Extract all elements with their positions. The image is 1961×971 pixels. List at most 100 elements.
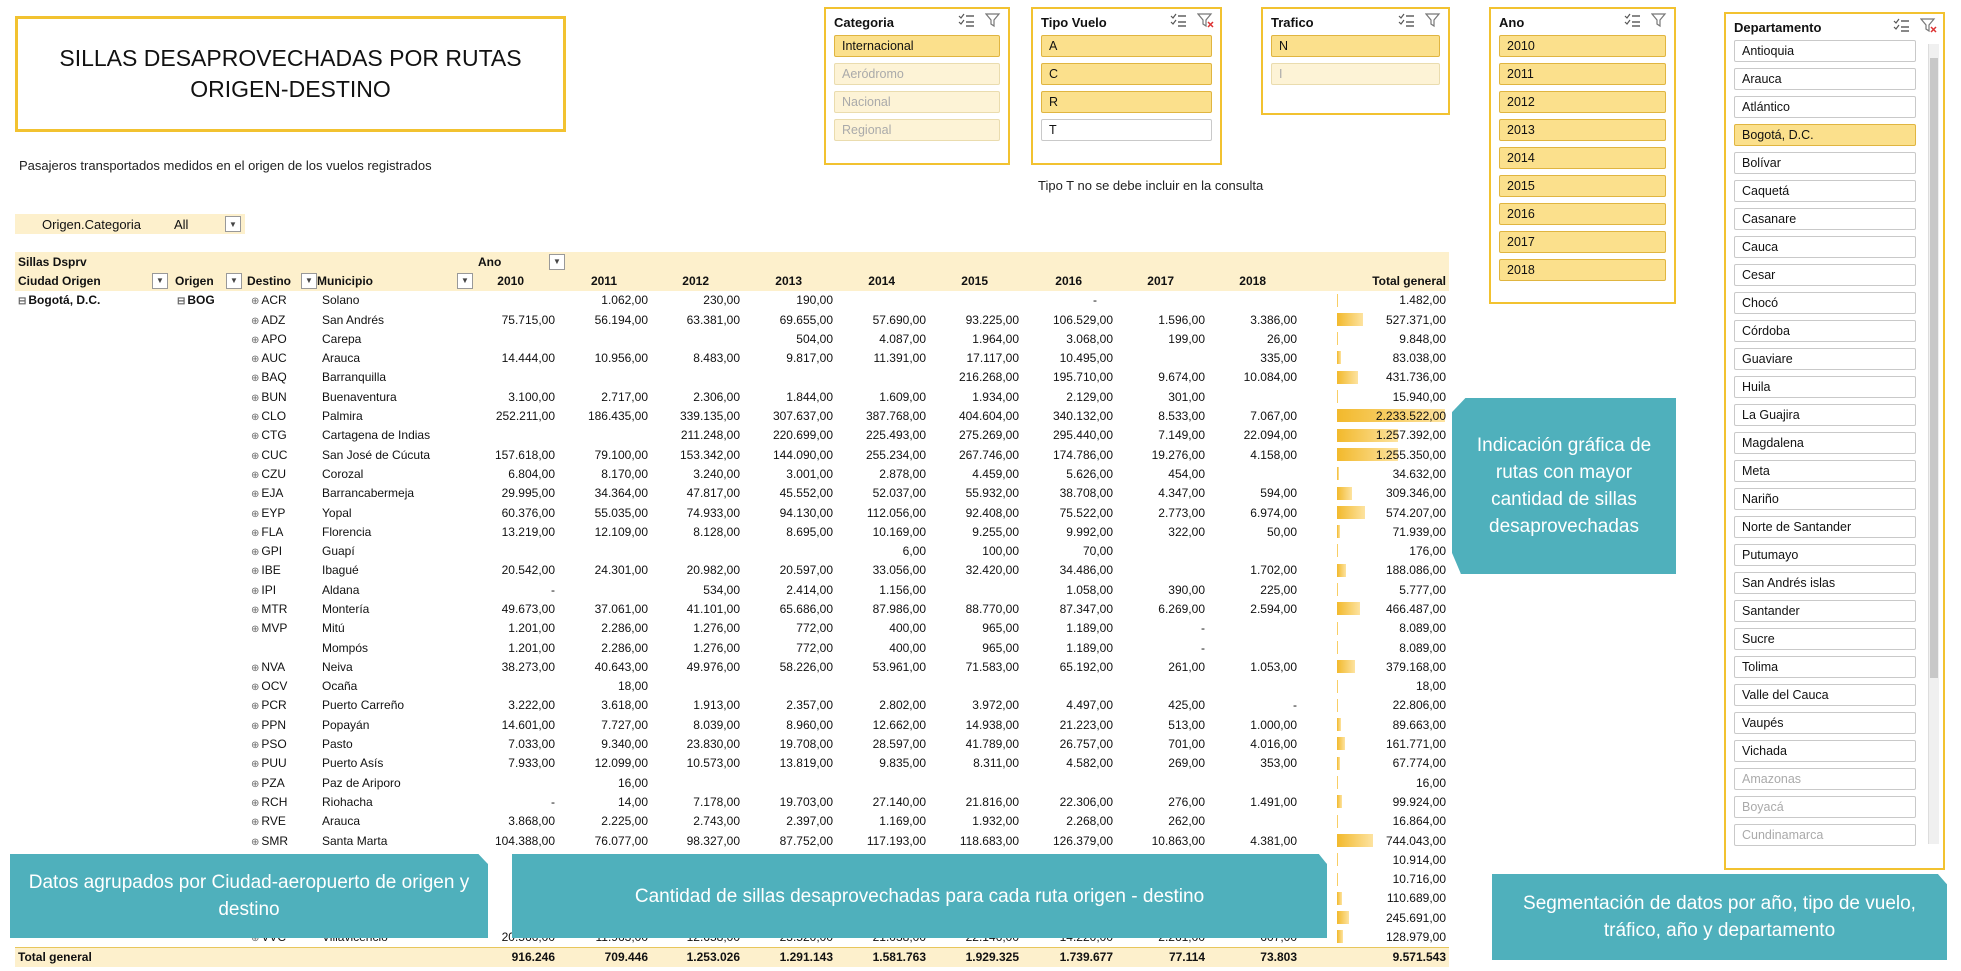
origin-code-cell[interactable]: ⊟ BOG [177, 293, 215, 307]
ano-field-dropdown-icon[interactable]: ▼ [549, 253, 565, 270]
slicer-item[interactable]: Santander [1734, 600, 1916, 622]
slicer-item[interactable]: Meta [1734, 460, 1916, 482]
slicer-item[interactable]: C [1041, 63, 1212, 85]
destination-cell[interactable]: ⊕ GPI [251, 544, 282, 558]
slicer-item[interactable]: Cesar [1734, 264, 1916, 286]
slicer-item[interactable]: Bolívar [1734, 152, 1916, 174]
destination-cell[interactable]: ⊕ ADZ [251, 313, 285, 327]
slicer-scrollbar[interactable] [1928, 44, 1939, 844]
slicer-item[interactable]: Putumayo [1734, 544, 1916, 566]
destination-cell[interactable]: ⊕ CTG [251, 428, 287, 442]
slicer-item[interactable]: Vichada [1734, 740, 1916, 762]
field-dropdown-icon[interactable]: ▼ [457, 272, 473, 289]
multi-select-icon[interactable] [958, 13, 975, 31]
clear-filter-icon[interactable] [1651, 13, 1668, 31]
field-dropdown-icon[interactable]: ▼ [301, 272, 317, 289]
destination-cell[interactable]: ⊕ OCV [251, 679, 287, 693]
year-value-cell: 1.169,00 [879, 814, 926, 829]
slicer-item[interactable]: Bogotá, D.C. [1734, 124, 1916, 146]
slicer-item[interactable]: Tolima [1734, 656, 1916, 678]
destination-cell[interactable]: ⊕ NVA [251, 660, 285, 674]
destination-cell[interactable]: ⊕ APO [251, 332, 287, 346]
destination-cell[interactable]: ⊕ EYP [251, 506, 285, 520]
destination-cell[interactable]: ⊕ MVP [251, 621, 287, 635]
slicer-item[interactable]: Valle del Cauca [1734, 684, 1916, 706]
clear-filter-icon[interactable] [1425, 13, 1442, 31]
slicer-item[interactable]: I [1271, 63, 1440, 85]
slicer-item[interactable]: Sucre [1734, 628, 1916, 650]
destination-cell[interactable]: ⊕ CZU [251, 467, 286, 481]
slicer-item[interactable]: Antioquia [1734, 40, 1916, 62]
slicer-item[interactable]: R [1041, 91, 1212, 113]
destination-cell[interactable]: ⊕ SMR [251, 834, 288, 848]
slicer-item[interactable]: San Andrés islas [1734, 572, 1916, 594]
field-dropdown-icon[interactable]: ▼ [152, 272, 168, 289]
slicer-item[interactable]: Magdalena [1734, 432, 1916, 454]
destination-cell[interactable]: ⊕ RVE [251, 814, 286, 828]
slicer-item[interactable]: 2015 [1499, 175, 1666, 197]
slicer-item[interactable]: Guaviare [1734, 348, 1916, 370]
slicer-item[interactable]: Arauca [1734, 68, 1916, 90]
field-dropdown-icon[interactable]: ▼ [226, 272, 242, 289]
slicer-item[interactable]: Regional [834, 119, 1000, 141]
filter-dropdown-icon[interactable]: ▼ [225, 216, 241, 232]
destination-cell[interactable]: ⊕ BUN [251, 390, 287, 404]
slicer-item[interactable]: T [1041, 119, 1212, 141]
destination-cell[interactable]: ⊕ AUC [251, 351, 287, 365]
slicer-item[interactable]: Córdoba [1734, 320, 1916, 342]
destination-cell[interactable]: ⊕ BAQ [251, 370, 287, 384]
destination-cell[interactable]: ⊕ CUC [251, 448, 287, 462]
slicer-item[interactable]: 2018 [1499, 259, 1666, 281]
destination-cell[interactable]: ⊕ PSO [251, 737, 287, 751]
slicer-item[interactable]: Nacional [834, 91, 1000, 113]
destination-cell[interactable]: ⊕ PCR [251, 698, 287, 712]
slicer-item[interactable]: La Guajira [1734, 404, 1916, 426]
slicer-item[interactable]: Vaupés [1734, 712, 1916, 734]
slicer-item[interactable]: N [1271, 35, 1440, 57]
slicer-item[interactable]: Internacional [834, 35, 1000, 57]
clear-filter-icon[interactable] [985, 13, 1002, 31]
destination-cell[interactable]: ⊕ CLO [251, 409, 286, 423]
destination-cell[interactable]: ⊕ PPN [251, 718, 286, 732]
slicer-item[interactable]: 2010 [1499, 35, 1666, 57]
slicer-item[interactable]: 2016 [1499, 203, 1666, 225]
clear-filter-icon[interactable] [1197, 13, 1214, 31]
slicer-item[interactable]: Cundinamarca [1734, 824, 1916, 846]
destination-cell[interactable]: ⊕ RCH [251, 795, 287, 809]
slicer-item[interactable]: 2017 [1499, 231, 1666, 253]
slicer-item[interactable]: 2013 [1499, 119, 1666, 141]
slicer-item[interactable]: Aeródromo [834, 63, 1000, 85]
slicer-item[interactable]: Caquetá [1734, 180, 1916, 202]
year-value-cell: 53.961,00 [872, 659, 926, 674]
multi-select-icon[interactable] [1624, 13, 1641, 31]
slicer-item[interactable]: 2014 [1499, 147, 1666, 169]
destination-cell[interactable]: ⊕ FLA [251, 525, 283, 539]
destination-cell[interactable]: ⊕ PZA [251, 776, 285, 790]
multi-select-icon[interactable] [1398, 13, 1415, 31]
destination-cell[interactable]: ⊕ ACR [251, 293, 287, 307]
slicer-item[interactable]: Nariño [1734, 488, 1916, 510]
slicer-item[interactable]: Amazonas [1734, 768, 1916, 790]
multi-select-icon[interactable] [1170, 13, 1187, 31]
slicer-item[interactable]: Cauca [1734, 236, 1916, 258]
destination-cell[interactable]: ⊕ IBE [251, 563, 281, 577]
slicer-item[interactable]: A [1041, 35, 1212, 57]
data-bar [1337, 911, 1349, 925]
slicer-item[interactable]: Casanare [1734, 208, 1916, 230]
slicer-item[interactable]: Boyacá [1734, 796, 1916, 818]
slicer-item[interactable]: 2011 [1499, 63, 1666, 85]
slicer-item[interactable]: Atlántico [1734, 96, 1916, 118]
slicer-item[interactable]: Norte de Santander [1734, 516, 1916, 538]
clear-filter-icon[interactable] [1920, 18, 1937, 36]
slicer-item[interactable]: Huila [1734, 376, 1916, 398]
origin-city-cell[interactable]: ⊟ Bogotá, D.C. [18, 293, 100, 307]
destination-cell[interactable]: ⊕ EJA [251, 486, 283, 500]
slicer-item[interactable]: 2012 [1499, 91, 1666, 113]
destination-code: IPI [261, 582, 277, 597]
slicer-item[interactable]: Chocó [1734, 292, 1916, 314]
destination-cell[interactable]: ⊕ PUU [251, 756, 287, 770]
multi-select-icon[interactable] [1893, 18, 1910, 36]
destination-cell[interactable]: ⊕ MTR [251, 602, 287, 616]
destination-cell[interactable]: ⊕ IPI [251, 583, 276, 597]
slicer-scrollbar-thumb[interactable] [1930, 58, 1938, 678]
